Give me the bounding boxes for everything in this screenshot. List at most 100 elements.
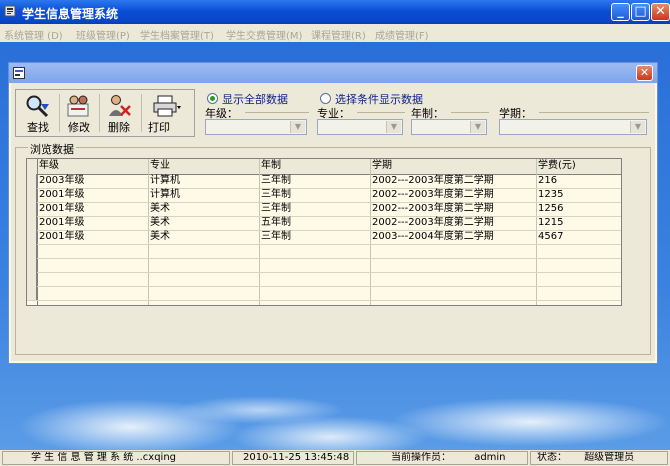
years-select[interactable]: ▼ (411, 119, 487, 135)
row-selector[interactable] (27, 174, 37, 188)
major-select[interactable]: ▼ (317, 119, 403, 135)
child-close-button[interactable]: ✕ (636, 65, 653, 81)
column-header[interactable]: 专业 (148, 159, 259, 173)
find-button[interactable]: 查找 (21, 92, 55, 134)
table-cell[interactable]: 三年制 (259, 188, 370, 202)
child-title-bar: ✕ (9, 63, 657, 83)
grid-row-divider (27, 286, 621, 287)
grid-row-divider (27, 272, 621, 273)
table-cell[interactable]: 2003---2004年度第二学期 (370, 230, 536, 244)
table-cell[interactable]: 计算机 (148, 188, 259, 202)
browse-data-group: 浏览数据 年级 专业 年制 学期 学费(元) 2003年级 计算机 三年制 2002---200… (15, 141, 651, 355)
term-select[interactable]: ▼ (499, 119, 647, 135)
row-selector[interactable] (27, 258, 37, 272)
maximize-button[interactable]: □ (631, 3, 650, 21)
status-app-name: 学 生 信 息 管 理 系 统 ..cxqing (2, 451, 230, 465)
grid-row-divider (27, 258, 621, 259)
app-icon (4, 5, 16, 17)
form-icon (13, 67, 25, 79)
table-cell[interactable]: 216 (536, 174, 621, 188)
close-button[interactable]: ✕ (651, 3, 670, 21)
print-button[interactable]: 打印 (144, 92, 188, 134)
table-cell[interactable]: 2002---2003年度第二学期 (370, 174, 536, 188)
table-cell[interactable]: 计算机 (148, 174, 259, 188)
column-header[interactable]: 学费(元) (536, 159, 621, 173)
window-title: 学生信息管理系统 (22, 7, 119, 21)
column-header[interactable]: 年制 (259, 159, 370, 173)
table-cell[interactable]: 五年制 (259, 216, 370, 230)
table-cell[interactable]: 1215 (536, 216, 621, 230)
operator-label: 当前操作员： (391, 452, 451, 463)
table-cell[interactable]: 2002---2003年度第二学期 (370, 188, 536, 202)
browse-data-legend: 浏览数据 (28, 141, 76, 157)
row-selector[interactable] (27, 272, 37, 286)
chevron-down-icon: ▼ (290, 121, 305, 133)
toolbar-separator (141, 94, 142, 132)
toolbar-separator (59, 94, 60, 132)
operator-value: admin (474, 452, 506, 463)
grade-filter: 年级： ▼ (205, 105, 309, 135)
table-cell[interactable]: 2001年级 (37, 230, 148, 244)
grid-row-divider (27, 300, 621, 301)
row-selector[interactable] (27, 286, 37, 300)
chevron-down-icon: ▼ (630, 121, 645, 133)
table-cell[interactable]: 2001年级 (37, 202, 148, 216)
fee-browse-window: ✕ 查找 修改 删除 打印 显示全部数据 选择条件显示数据 年级： ▼ 专业： … (8, 62, 658, 364)
term-filter: 学期： ▼ (499, 105, 649, 135)
status-bar: 学 生 信 息 管 理 系 统 ..cxqing 2010-11-25 13:4… (0, 450, 670, 466)
status-state: 状态： 超级管理员 (530, 451, 668, 465)
column-header[interactable]: 学期 (370, 159, 536, 173)
data-grid[interactable]: 年级 专业 年制 学期 学费(元) 2003年级 计算机 三年制 2002---2003年度第二… (26, 158, 622, 306)
menu-student-archive[interactable]: 学生档案管理(T) (140, 27, 214, 42)
magnifier-icon (26, 95, 49, 118)
major-filter: 专业： ▼ (317, 105, 405, 135)
edit-icon (67, 95, 89, 117)
menu-system[interactable]: 系统管理 (D) (4, 27, 63, 42)
status-datetime: 2010-11-25 13:45:48 (232, 451, 354, 465)
table-cell[interactable]: 2002---2003年度第二学期 (370, 216, 536, 230)
table-cell[interactable]: 美术 (148, 216, 259, 230)
table-cell[interactable]: 三年制 (259, 230, 370, 244)
table-cell[interactable]: 4567 (536, 230, 621, 244)
row-selector[interactable] (27, 244, 37, 258)
menu-class[interactable]: 班级管理(P) (76, 27, 130, 42)
grade-select[interactable]: ▼ (205, 119, 307, 135)
printer-icon (153, 95, 181, 117)
table-cell[interactable]: 三年制 (259, 202, 370, 216)
menu-bar: 系统管理 (D) 班级管理(P) 学生档案管理(T) 学生交费管理(M) 课程管… (0, 24, 670, 42)
chevron-down-icon: ▼ (470, 121, 485, 133)
row-selector[interactable] (27, 188, 37, 202)
delete-user-icon (109, 95, 131, 116)
column-header[interactable]: 年级 (37, 159, 148, 173)
table-cell[interactable]: 2001年级 (37, 216, 148, 230)
row-selector[interactable] (27, 230, 37, 244)
table-cell[interactable]: 美术 (148, 230, 259, 244)
toolbar-separator (99, 94, 100, 132)
state-label: 状态： (537, 452, 567, 463)
menu-grades[interactable]: 成绩管理(F) (375, 27, 429, 42)
menu-course[interactable]: 课程管理(R) (311, 27, 366, 42)
status-operator: 当前操作员： admin (356, 451, 528, 465)
form-body: 查找 修改 删除 打印 显示全部数据 选择条件显示数据 年级： ▼ 专业： ▼ … (11, 83, 655, 361)
grid-row-divider (27, 244, 621, 245)
table-cell[interactable]: 美术 (148, 202, 259, 216)
minimize-button[interactable]: _ (611, 3, 630, 21)
radio-dot (320, 93, 331, 104)
toolbar: 查找 修改 删除 打印 (15, 89, 195, 137)
table-cell[interactable]: 三年制 (259, 174, 370, 188)
table-cell[interactable]: 2002---2003年度第二学期 (370, 202, 536, 216)
row-selector[interactable] (27, 202, 37, 216)
edit-button[interactable]: 修改 (62, 92, 96, 134)
row-selector[interactable] (27, 216, 37, 230)
table-cell[interactable]: 2001年级 (37, 188, 148, 202)
table-cell[interactable]: 1256 (536, 202, 621, 216)
table-cell[interactable]: 2003年级 (37, 174, 148, 188)
menu-fees[interactable]: 学生交费管理(M) (226, 27, 302, 42)
delete-button[interactable]: 删除 (102, 92, 136, 134)
chevron-down-icon: ▼ (386, 121, 401, 133)
radio-dot-selected (207, 93, 218, 104)
table-cell[interactable]: 1235 (536, 188, 621, 202)
years-filter: 年制： ▼ (411, 105, 489, 135)
state-value: 超级管理员 (584, 452, 635, 463)
title-bar: 学生信息管理系统 _ □ ✕ (0, 0, 670, 24)
